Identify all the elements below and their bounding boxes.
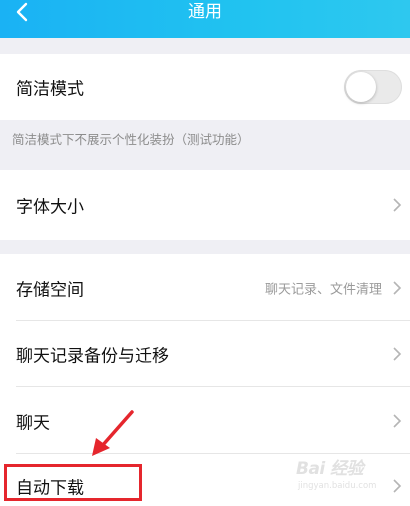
simple-mode-row: 简洁模式 [0,54,410,120]
simple-mode-label: 简洁模式 [16,79,84,100]
chat-row[interactable]: 聊天 [0,387,410,454]
storage-value: 聊天记录、文件清理 [264,282,382,297]
storage-row[interactable]: 存储空间 聊天记录、文件清理 [0,254,410,321]
chat-backup-row[interactable]: 聊天记录备份与迁移 [0,321,410,387]
chevron-right-icon [392,197,402,213]
chevron-right-icon [392,413,402,429]
font-size-row[interactable]: 字体大小 [0,170,410,240]
chevron-right-icon [392,478,402,494]
toggle-knob [346,72,376,102]
page-title: 通用 [188,2,222,22]
auto-download-row[interactable]: 自动下载 [0,454,410,506]
chevron-right-icon [392,346,402,362]
chat-backup-label: 聊天记录备份与迁移 [16,346,169,367]
simple-mode-hint: 简洁模式下不展示个性化装扮（测试功能） [12,132,250,147]
chevron-right-icon [392,280,402,296]
section-gap [0,38,410,54]
chat-label: 聊天 [16,413,50,433]
section-gap [0,240,410,254]
simple-mode-toggle[interactable] [344,70,402,104]
storage-label: 存储空间 [16,280,84,300]
top-bar: 通用 [0,0,410,38]
auto-download-label: 自动下载 [16,478,84,499]
font-size-label: 字体大小 [16,197,84,218]
